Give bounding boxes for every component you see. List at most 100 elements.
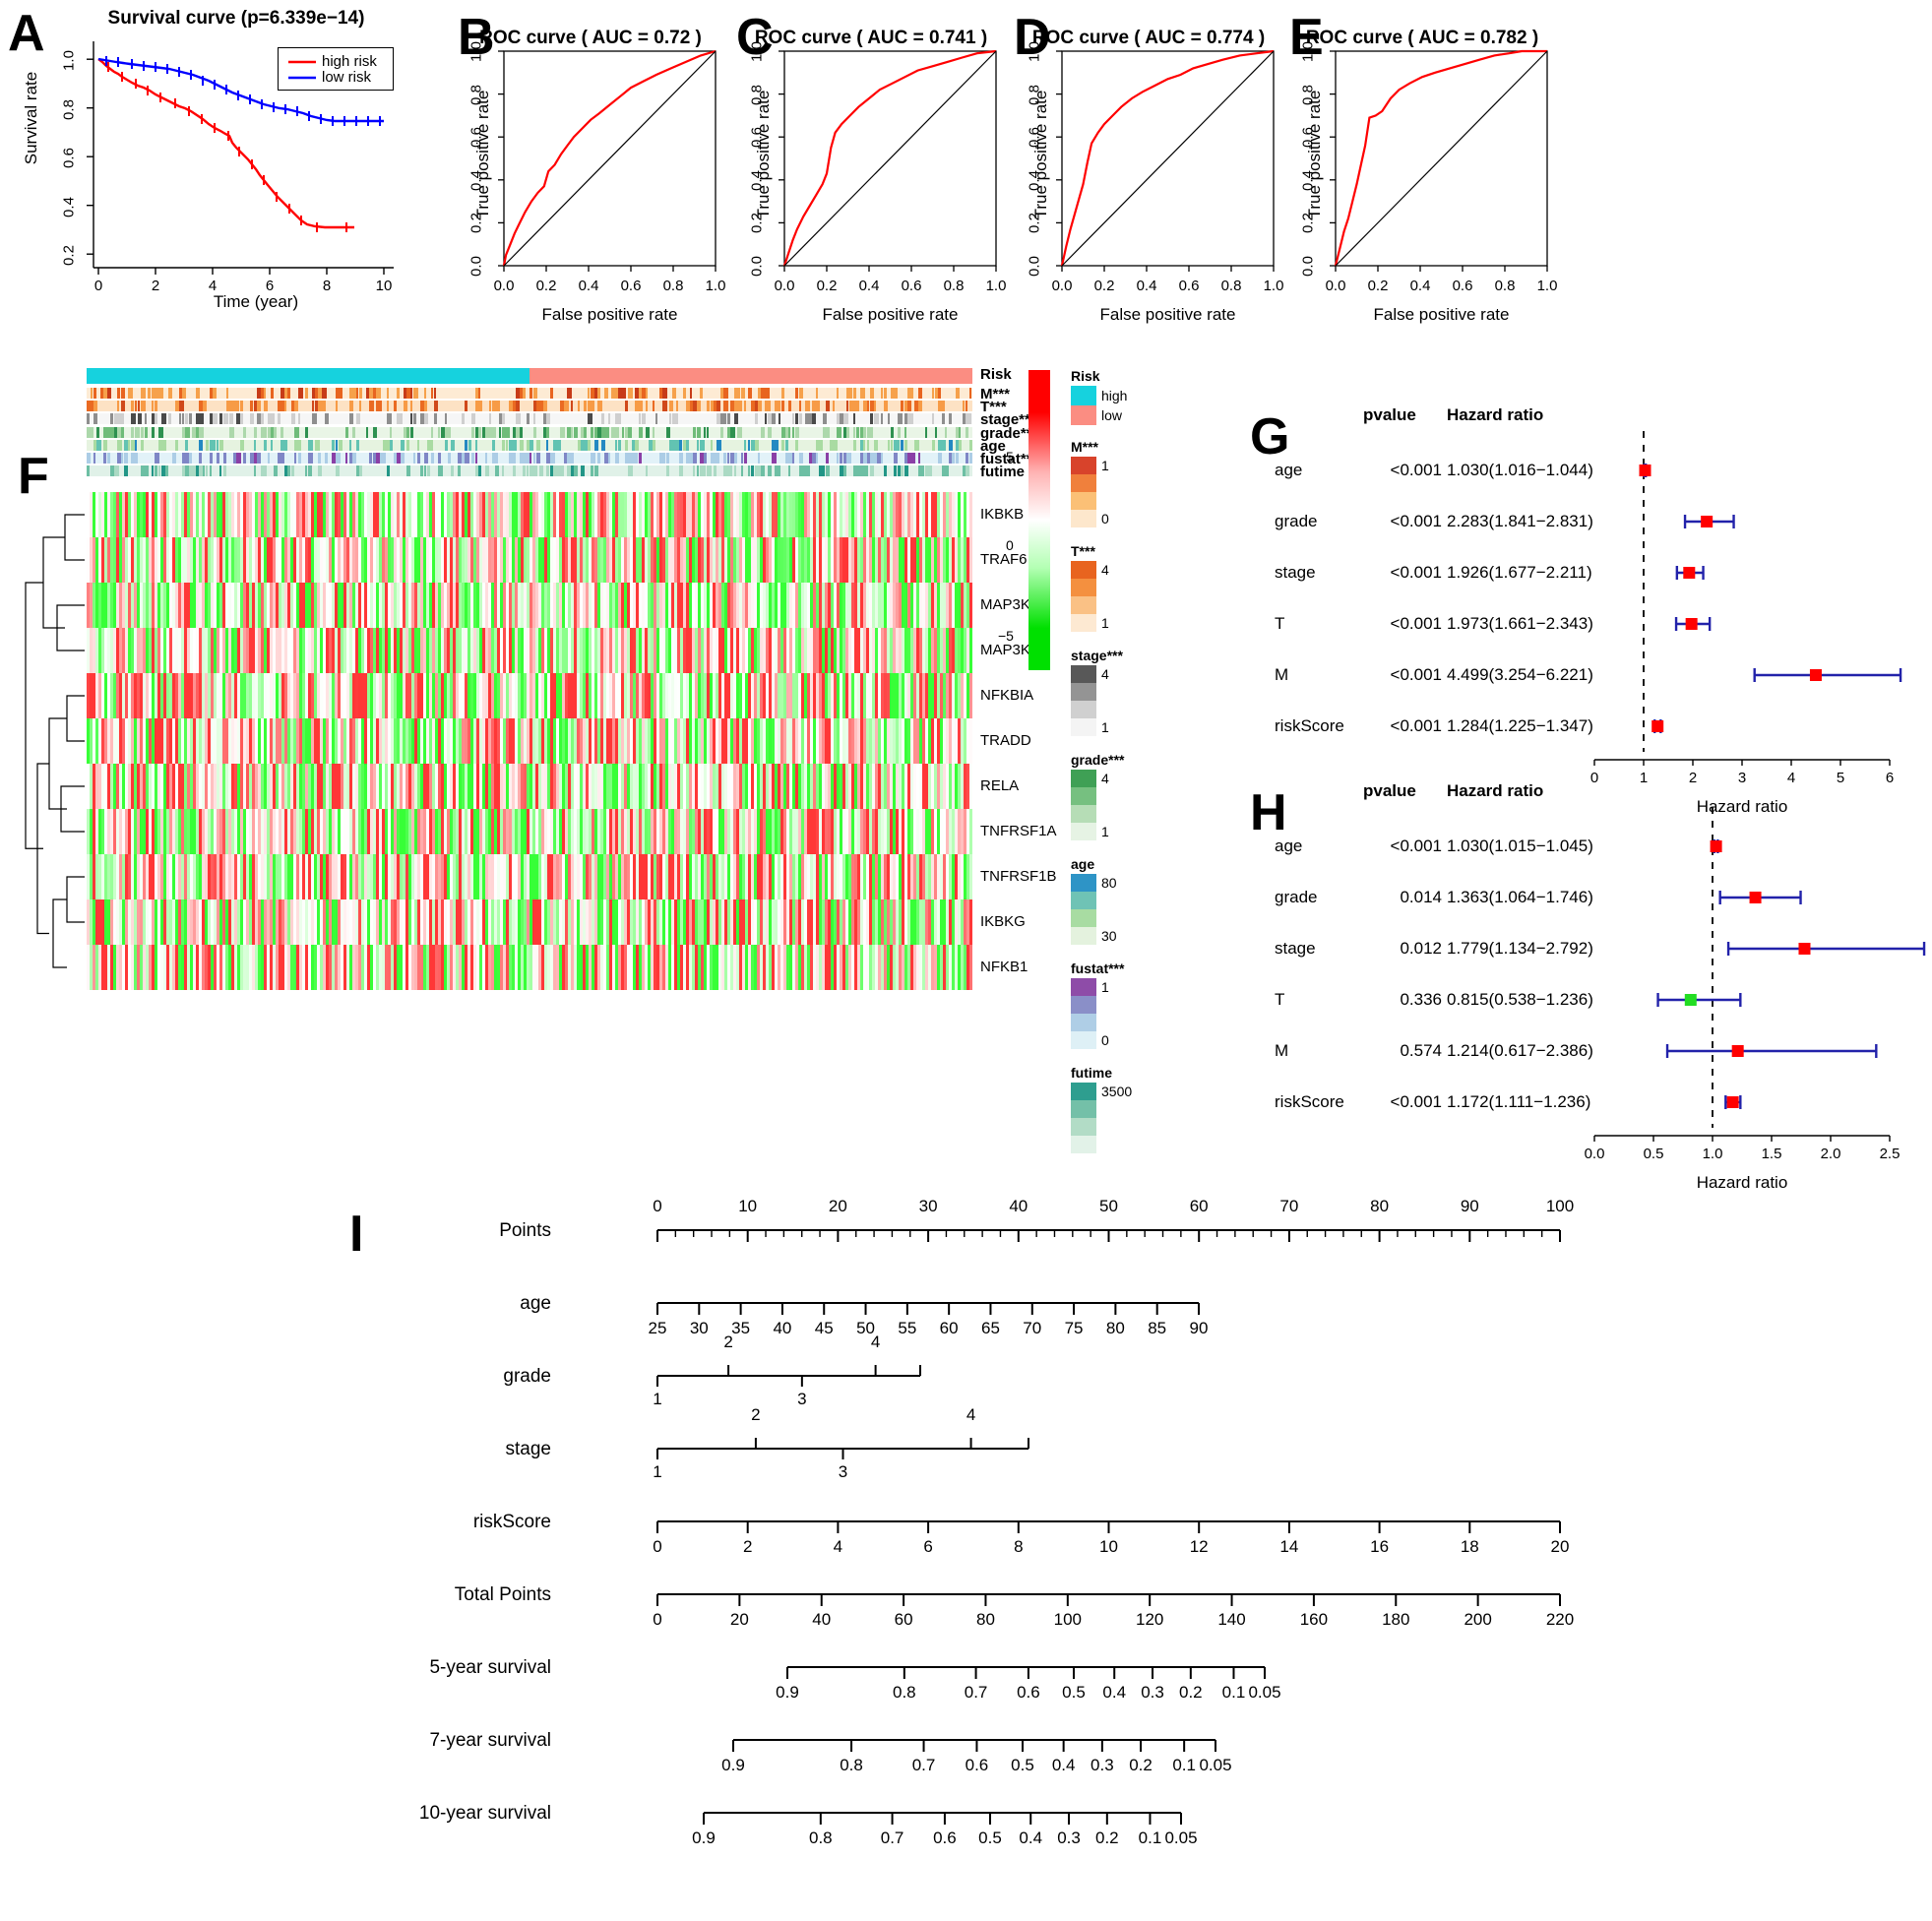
panel-e-xtick-0: 0.0 xyxy=(1325,278,1346,294)
gene-label-IKBKB: IKBKB xyxy=(980,506,1025,523)
legend-swatch-futime-0 xyxy=(1071,1083,1096,1100)
panel-g-xtick-6: 6 xyxy=(1885,770,1895,786)
panel-g-row-pvalue-stage: <0.001 xyxy=(1390,563,1442,582)
annotation-row-7 xyxy=(87,465,972,477)
forest-row-age xyxy=(1639,464,1652,477)
legend-swatch-T-1 xyxy=(1071,579,1096,596)
nomogram-tick-7-year-survival-0.9: 0.9 xyxy=(721,1756,745,1774)
legend-swatch-fustat-3 xyxy=(1071,1031,1096,1049)
legend-max-stage: 4 xyxy=(1101,666,1109,682)
nomogram-tick-grade-above-4: 4 xyxy=(870,1332,881,1351)
nomogram-row-grade xyxy=(656,1360,940,1394)
legend-swatch-grade-2 xyxy=(1071,805,1096,823)
legend-swatch-M-2 xyxy=(1071,492,1096,510)
legend-value-low: low xyxy=(1101,407,1123,423)
colorbar-label-bottom: −5 xyxy=(998,628,1014,644)
nomogram-tick-Points-30: 30 xyxy=(918,1197,938,1215)
nomogram-tick-Points-50: 50 xyxy=(1099,1197,1118,1215)
panel-h-row-pvalue-riskScore: <0.001 xyxy=(1390,1092,1442,1111)
panel-h-header-pvalue: pvalue xyxy=(1363,781,1416,800)
panel-label-h: H xyxy=(1250,784,1287,841)
panel-e-xtick-5: 1.0 xyxy=(1536,278,1558,294)
panel-h-row-hr-stage: 1.779(1.134−2.792) xyxy=(1447,939,1593,958)
heatmap-colorbar xyxy=(1028,370,1050,670)
nomogram-tick-riskScore-0: 0 xyxy=(653,1537,662,1556)
nomogram-row-label-5-year-survival: 5-year survival xyxy=(429,1657,551,1678)
panel-a-xtick-5: 10 xyxy=(375,278,393,294)
panel-e-svg xyxy=(1330,49,1548,272)
nomogram-row-stage xyxy=(656,1433,1048,1466)
panel-g-header-pvalue: pvalue xyxy=(1363,405,1416,424)
panel-h-row-pvalue-M: 0.574 xyxy=(1400,1041,1442,1060)
gene-label-TNFRSF1B: TNFRSF1B xyxy=(980,868,1057,885)
panel-b-xtick-2: 0.4 xyxy=(578,278,599,294)
panel-g-row-name-stage: stage xyxy=(1275,563,1316,582)
panel-c-ytick-2: 0.4 xyxy=(748,169,766,191)
nomogram-tick-stage-above-2: 2 xyxy=(751,1405,761,1424)
legend-swatch-stage-3 xyxy=(1071,718,1096,736)
panel-h-row-name-riskScore: riskScore xyxy=(1275,1092,1344,1111)
panel-b-xtick-3: 0.6 xyxy=(620,278,642,294)
nomogram-tick-age-90: 90 xyxy=(1189,1319,1209,1337)
panel-g-forest-svg xyxy=(1593,431,1902,766)
panel-g-header-hazard-ratio: Hazard ratio xyxy=(1447,405,1544,424)
nomogram-row-label-Total-Points: Total Points xyxy=(454,1584,551,1605)
panel-b-xtick-1: 0.2 xyxy=(535,278,557,294)
forest-row-grade xyxy=(1718,891,1802,904)
panel-c-ytick-5: 1.0 xyxy=(748,41,766,62)
panel-g-row-hr-M: 4.499(3.254−6.221) xyxy=(1447,665,1593,684)
legend-swatch-futime-3 xyxy=(1071,1136,1096,1153)
panel-h-xtick-1: 0.5 xyxy=(1643,1146,1664,1162)
panel-b-ytick-2: 0.4 xyxy=(467,169,485,191)
panel-g-xtick-0: 0 xyxy=(1589,770,1599,786)
panel-e-xtick-1: 0.2 xyxy=(1367,278,1389,294)
nomogram-tick-7-year-survival-0.7: 0.7 xyxy=(911,1756,936,1774)
panel-g-row-pvalue-M: <0.001 xyxy=(1390,665,1442,684)
legend-swatch-stage-2 xyxy=(1071,701,1096,718)
annotation-row-1 xyxy=(87,388,972,399)
forest-row-M xyxy=(1753,668,1902,682)
nomogram-tick-riskScore-20: 20 xyxy=(1550,1537,1570,1556)
annotation-row-3 xyxy=(87,413,972,425)
legend-swatch-grade-1 xyxy=(1071,787,1096,805)
panel-d-ytick-1: 0.2 xyxy=(1026,213,1043,234)
panel-b-ytick-0: 0.0 xyxy=(467,256,485,277)
panel-a-xtick-2: 4 xyxy=(208,278,218,294)
legend-swatch-grade-0 xyxy=(1071,770,1096,787)
nomogram-tick-Total-Points-120: 120 xyxy=(1135,1610,1164,1629)
legend-min-T: 1 xyxy=(1101,615,1109,631)
panel-g-xtick-2: 2 xyxy=(1688,770,1698,786)
nomogram-tick-riskScore-8: 8 xyxy=(1014,1537,1024,1556)
gene-label-RELA: RELA xyxy=(980,777,1020,794)
legend-min-age: 30 xyxy=(1101,928,1117,944)
panel-g-row-pvalue-T: <0.001 xyxy=(1390,614,1442,633)
panel-c-ytick-0: 0.0 xyxy=(748,256,766,277)
panel-h-row-pvalue-T: 0.336 xyxy=(1400,990,1442,1009)
legend-title-T: T*** xyxy=(1071,543,1095,559)
panel-h-row-pvalue-grade: 0.014 xyxy=(1400,888,1442,906)
forest-row-stage xyxy=(1726,942,1926,956)
nomogram-tick-Total-Points-80: 80 xyxy=(975,1610,995,1629)
panel-g-xtick-3: 3 xyxy=(1737,770,1747,786)
panel-g-xtick-1: 1 xyxy=(1639,770,1649,786)
panel-h-xtick-5: 2.5 xyxy=(1879,1146,1901,1162)
nomogram-tick-Points-80: 80 xyxy=(1370,1197,1390,1215)
legend-label-high-risk: high risk xyxy=(322,53,377,70)
legend-min-M: 0 xyxy=(1101,511,1109,527)
nomogram-tick-5-year-survival-0.8: 0.8 xyxy=(892,1683,916,1702)
panel-g-row-name-T: T xyxy=(1275,614,1285,633)
legend-swatch-futime-2 xyxy=(1071,1118,1096,1136)
panel-h-row-name-M: M xyxy=(1275,1041,1289,1060)
nomogram-row-label-7-year-survival: 7-year survival xyxy=(429,1730,551,1751)
nomogram-row-label-age: age xyxy=(520,1293,551,1314)
nomogram-tick-Total-Points-200: 200 xyxy=(1464,1610,1492,1629)
nomogram-tick-stage-above-4: 4 xyxy=(966,1405,976,1424)
nomogram-tick-5-year-survival-0.9: 0.9 xyxy=(776,1683,799,1702)
forest-row-stage xyxy=(1675,566,1705,580)
nomogram-row-label-riskScore: riskScore xyxy=(472,1512,551,1532)
nomogram-tick-Total-Points-20: 20 xyxy=(729,1610,749,1629)
panel-e-ytick-5: 1.0 xyxy=(1299,41,1317,62)
nomogram-tick-Points-0: 0 xyxy=(653,1197,662,1215)
nomogram-tick-Points-40: 40 xyxy=(1009,1197,1028,1215)
panel-g-row-hr-grade: 2.283(1.841−2.831) xyxy=(1447,512,1593,530)
